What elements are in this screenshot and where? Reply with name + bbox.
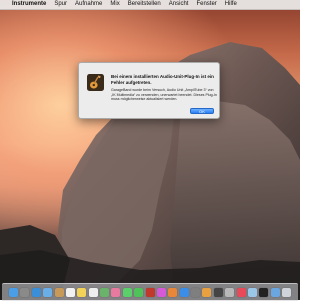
menu-ansicht[interactable]: Ansicht xyxy=(165,0,193,9)
mail-icon[interactable] xyxy=(43,288,53,297)
desktop-wallpaper xyxy=(0,0,300,300)
music-icon[interactable] xyxy=(236,288,246,297)
downloads-icon[interactable] xyxy=(270,288,280,297)
logic-icon[interactable] xyxy=(213,288,223,297)
garageband-icon[interactable] xyxy=(202,288,212,297)
notes-icon[interactable] xyxy=(77,288,87,297)
dock xyxy=(2,283,298,301)
menu-instrumente[interactable]: Instrumente xyxy=(10,0,50,9)
menu-aufnahme[interactable]: Aufnahme xyxy=(71,0,106,9)
photo-booth-icon[interactable] xyxy=(145,288,155,297)
garageband-guitar-icon xyxy=(87,74,104,91)
menu-hilfe[interactable]: Hilfe xyxy=(221,0,241,9)
menu-bereitstellen[interactable]: Bereitstellen xyxy=(124,0,165,9)
wallpaper-mountain xyxy=(0,42,300,300)
reminders-icon[interactable] xyxy=(88,288,98,297)
mainstage-icon[interactable] xyxy=(225,288,235,297)
system-preferences-icon[interactable] xyxy=(191,288,200,297)
messages-icon[interactable] xyxy=(122,288,132,297)
preview-icon[interactable] xyxy=(247,288,257,297)
maps-icon[interactable] xyxy=(100,288,109,297)
trash-icon[interactable] xyxy=(282,288,291,297)
alert-title: Bei einem installierten Audio-Unit-Plug-… xyxy=(111,74,214,85)
menu-mix[interactable]: Mix xyxy=(106,0,123,9)
safari-icon[interactable] xyxy=(31,288,41,297)
contacts-icon[interactable] xyxy=(54,288,64,297)
terminal-icon[interactable] xyxy=(259,288,269,297)
alert-message: GarageBand wurde beim Versuch, Audio Uni… xyxy=(111,88,217,102)
facetime-icon[interactable] xyxy=(134,288,144,297)
finder-icon[interactable] xyxy=(9,288,18,297)
menu-fenster[interactable]: Fenster xyxy=(192,0,220,9)
photos-icon[interactable] xyxy=(111,288,121,297)
itunes-icon[interactable] xyxy=(156,288,166,297)
app-store-icon[interactable] xyxy=(179,288,189,297)
launchpad-icon[interactable] xyxy=(20,288,30,297)
calendar-icon[interactable] xyxy=(65,288,75,297)
plugin-error-alert: Bei einem installierten Audio-Unit-Plug-… xyxy=(78,62,220,119)
ibooks-icon[interactable] xyxy=(168,288,178,297)
menu-spur[interactable]: Spur xyxy=(50,0,71,9)
menu-bar: Instrumente Spur Aufnahme Mix Bereitstel… xyxy=(0,0,300,10)
ok-button[interactable]: OK xyxy=(190,108,214,114)
